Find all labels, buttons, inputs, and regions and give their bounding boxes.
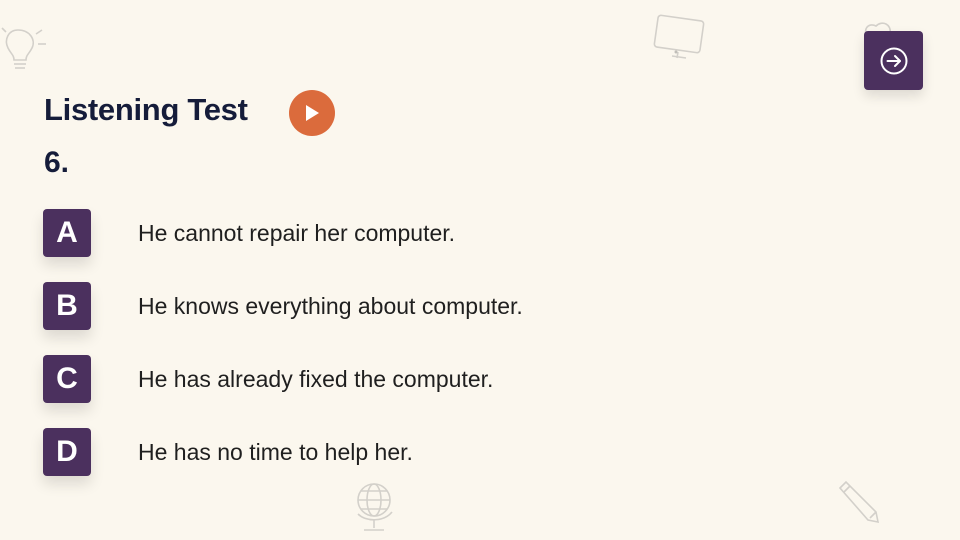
pencil-icon bbox=[838, 480, 880, 524]
answer-option-a[interactable]: A He cannot repair her computer. bbox=[43, 209, 643, 257]
option-text: He knows everything about computer. bbox=[138, 293, 523, 319]
next-button[interactable] bbox=[864, 31, 923, 90]
option-text: He cannot repair her computer. bbox=[138, 220, 456, 246]
option-letter-badge: D bbox=[43, 428, 91, 476]
answer-option-d[interactable]: D He has no time to help her. bbox=[43, 428, 643, 476]
play-icon bbox=[306, 105, 319, 121]
play-audio-button[interactable] bbox=[289, 90, 335, 136]
option-letter-badge: C bbox=[43, 355, 91, 403]
page-title: Listening Test bbox=[44, 92, 248, 127]
answer-option-c[interactable]: C He has already fixed the computer. bbox=[43, 355, 643, 403]
question-number: 6. bbox=[44, 146, 70, 179]
globe-icon bbox=[357, 483, 393, 531]
option-text: He has already fixed the computer. bbox=[138, 366, 494, 392]
answer-option-b[interactable]: B He knows everything about computer. bbox=[43, 282, 643, 330]
option-letter-badge: A bbox=[43, 209, 91, 257]
lightbulb-icon bbox=[1, 27, 46, 69]
monitor-icon bbox=[653, 14, 705, 59]
option-text: He has no time to help her. bbox=[138, 439, 413, 465]
arrow-right-circle-icon bbox=[880, 47, 907, 74]
option-letter-badge: B bbox=[43, 282, 91, 330]
